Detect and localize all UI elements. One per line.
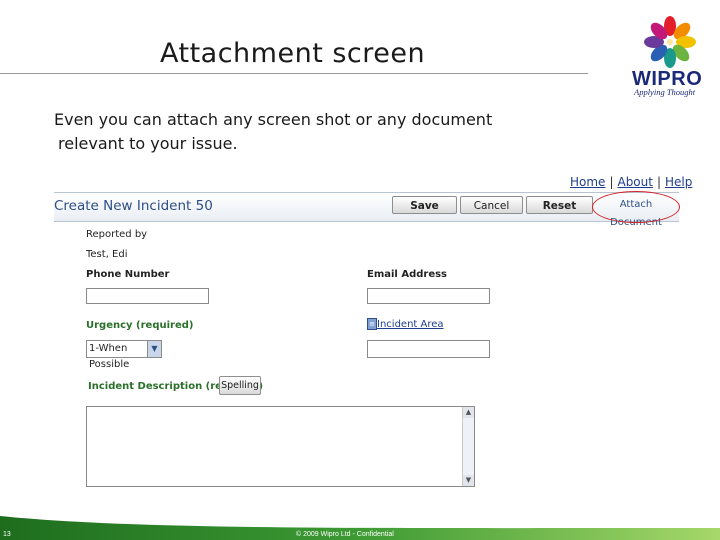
nav-separator: |	[656, 175, 662, 189]
save-button[interactable]: Save	[392, 196, 457, 214]
spelling-button[interactable]: Spelling	[219, 376, 261, 395]
nav-home-link[interactable]: Home	[570, 175, 605, 189]
nav-help-link[interactable]: Help	[665, 175, 692, 189]
scroll-down-icon[interactable]: ▼	[463, 475, 474, 486]
reported-by-value: Test, Edi	[86, 249, 128, 260]
incident-area-link[interactable]: Incident Area	[377, 319, 444, 330]
title-divider	[0, 73, 588, 74]
phone-number-label: Phone Number	[86, 269, 170, 280]
email-address-label: Email Address	[367, 269, 448, 280]
textarea-scrollbar[interactable]: ▲ ▼	[462, 407, 474, 486]
cancel-button[interactable]: Cancel	[460, 196, 523, 214]
slide: Attachment screen WIPRO Applying Thought…	[0, 0, 720, 540]
slide-body-text: Even you can attach any screen shot or a…	[54, 108, 574, 156]
urgency-select[interactable]: 1-When Possible ▼	[86, 340, 162, 370]
top-nav: Home | About | Help	[570, 175, 692, 189]
chevron-down-icon[interactable]: ▼	[147, 341, 161, 357]
reported-by-label: Reported by	[86, 229, 148, 240]
urgency-selected-value: 1-When Possible	[89, 343, 130, 370]
incident-area-input[interactable]	[367, 340, 490, 358]
attach-document-button[interactable]: Attach Document	[596, 196, 676, 228]
logo-tagline: Applying Thought	[634, 87, 696, 97]
urgency-label: Urgency (required)	[86, 320, 194, 331]
form-title: Create New Incident 50	[54, 198, 213, 214]
document-icon[interactable]: ≡	[367, 318, 377, 330]
page-number: 13	[3, 531, 11, 538]
body-line-2: relevant to your issue.	[58, 134, 238, 153]
reset-button[interactable]: Reset	[526, 196, 593, 214]
phone-number-input[interactable]	[86, 288, 209, 304]
footer-copyright: © 2009 Wipro Ltd - Confidential	[296, 531, 394, 538]
slide-title: Attachment screen	[160, 38, 426, 69]
nav-about-link[interactable]: About	[617, 175, 652, 189]
nav-separator: |	[609, 175, 614, 189]
email-address-input[interactable]	[367, 288, 490, 304]
scroll-up-icon[interactable]: ▲	[463, 407, 474, 418]
body-line-1: Even you can attach any screen shot or a…	[54, 110, 493, 129]
description-textarea[interactable]: ▲ ▼	[86, 406, 475, 487]
